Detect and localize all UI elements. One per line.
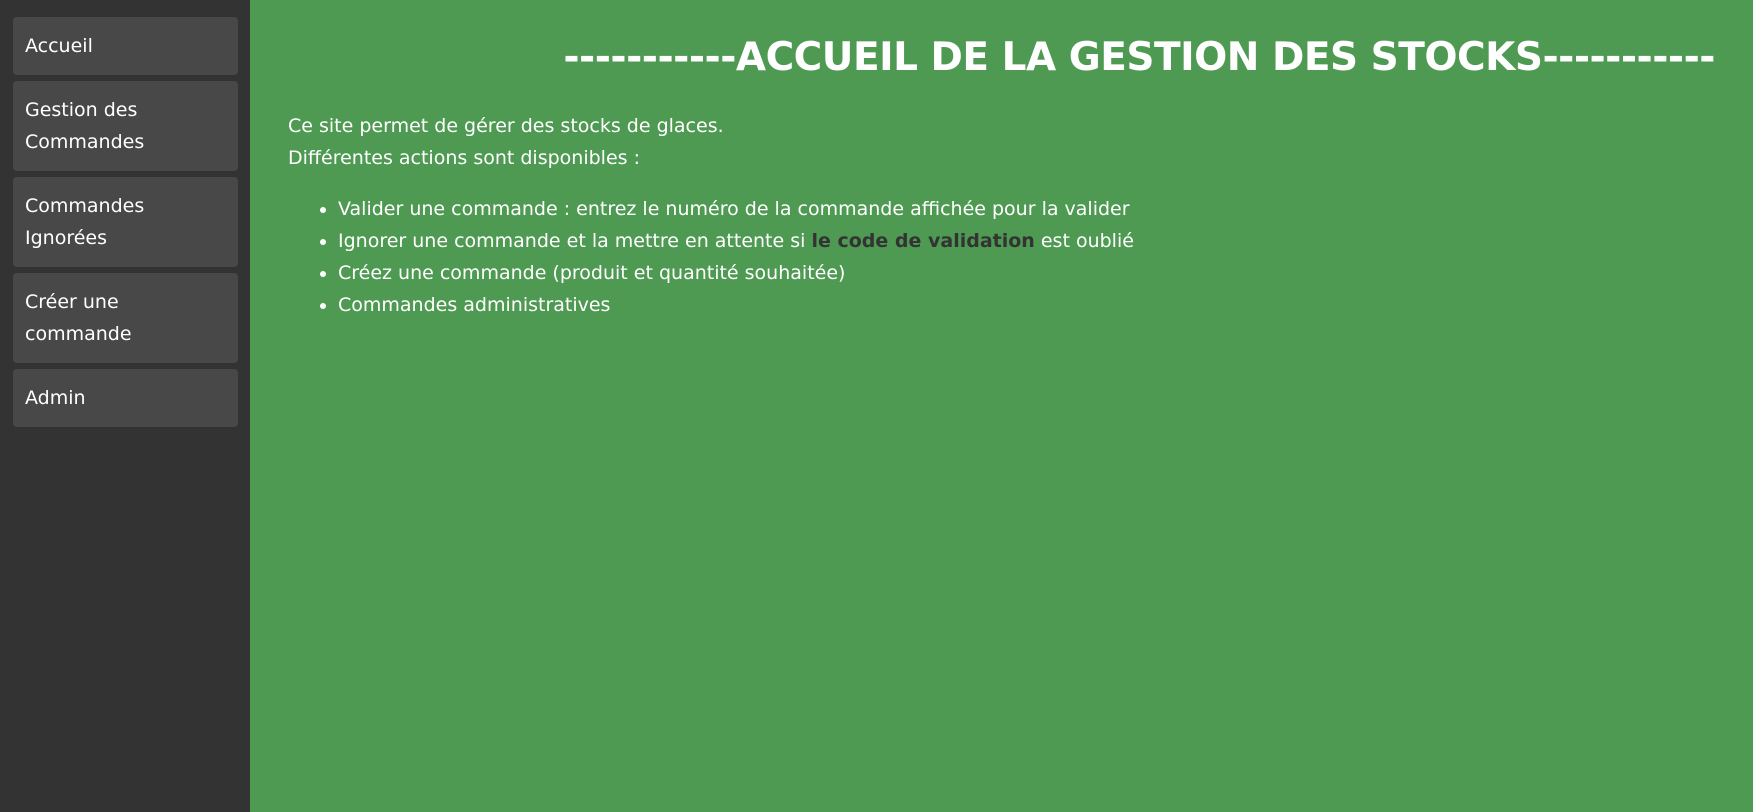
sidebar-item-accueil[interactable]: Accueil [13, 17, 238, 75]
main-content: -----------ACCUEIL DE LA GESTION DES STO… [250, 0, 1753, 812]
sidebar-item-label-line1: Gestion des [25, 99, 138, 121]
sidebar-item-label: Admin [25, 387, 86, 409]
sidebar-item-label-line2: commande [25, 323, 132, 345]
sidebar-item-label-line1: Créer une [25, 291, 119, 313]
sidebar-item-gestion-commandes[interactable]: Gestion des Commandes [13, 81, 238, 171]
app-layout: Accueil Gestion des Commandes Commandes … [0, 0, 1753, 812]
page-title: -----------ACCUEIL DE LA GESTION DES STO… [563, 35, 1715, 80]
list-item: Commandes administratives [338, 289, 1134, 321]
list-item-text-after: est oublié [1034, 230, 1134, 252]
intro-text: Ce site permet de gérer des stocks de gl… [288, 110, 724, 174]
intro-line-2: Différentes actions sont disponibles : [288, 147, 640, 169]
sidebar: Accueil Gestion des Commandes Commandes … [0, 0, 250, 812]
list-item-text-before: Ignorer une commande et la mettre en att… [338, 230, 812, 252]
list-item: Créez une commande (produit et quantité … [338, 257, 1134, 289]
actions-list: Valider une commande : entrez le numéro … [288, 193, 1134, 321]
sidebar-item-label: Accueil [25, 35, 93, 57]
list-item: Valider une commande : entrez le numéro … [338, 193, 1134, 225]
intro-line-1: Ce site permet de gérer des stocks de gl… [288, 115, 724, 137]
sidebar-item-commandes-ignorees[interactable]: Commandes Ignorées [13, 177, 238, 267]
sidebar-item-label-line1: Commandes [25, 195, 145, 217]
sidebar-item-label-line2: Ignorées [25, 227, 108, 249]
list-item: Ignorer une commande et la mettre en att… [338, 225, 1134, 257]
sidebar-item-admin[interactable]: Admin [13, 369, 238, 427]
validation-code-highlight: le code de validation [811, 230, 1035, 252]
sidebar-item-creer-commande[interactable]: Créer une commande [13, 273, 238, 363]
sidebar-item-label-line2: Commandes [25, 131, 145, 153]
